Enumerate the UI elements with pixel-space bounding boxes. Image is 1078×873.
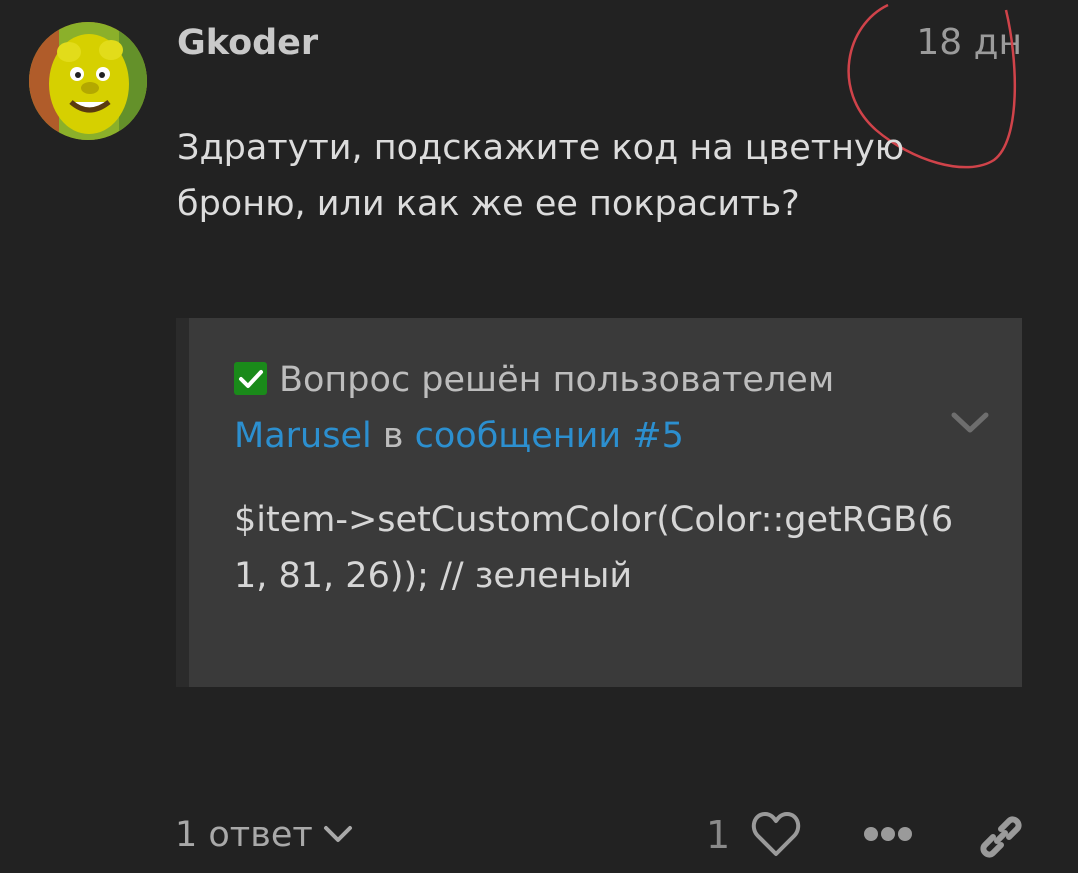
avatar-image (29, 22, 147, 140)
like-count[interactable]: 1 (706, 810, 730, 860)
expand-chevron-icon[interactable] (950, 410, 990, 436)
post-footer: 1 ответ 1 (0, 805, 1078, 865)
avatar[interactable] (29, 22, 147, 140)
replies-label: 1 ответ (175, 815, 313, 855)
solved-prefix: Вопрос решён пользователем (279, 360, 835, 400)
solution-post-link[interactable]: сообщении #5 (415, 416, 684, 456)
username[interactable]: Gkoder (177, 22, 318, 64)
solved-middle: в (382, 416, 404, 456)
solution-code: $item->setCustomColor(Color::getRGB(61, … (234, 500, 954, 596)
more-options-icon[interactable] (862, 823, 914, 845)
check-icon (234, 362, 267, 395)
share-link-icon[interactable] (975, 811, 1027, 863)
post-body: Здратути, подскажите код на цветную брон… (177, 128, 905, 224)
solved-notice: Вопрос решён пользователем Marusel в соо… (234, 352, 934, 464)
solution-quote: Вопрос решён пользователем Marusel в соо… (176, 318, 1022, 687)
chevron-down-icon (323, 826, 352, 842)
post: Gkoder 18 дн Здратути, подскажите код на… (0, 0, 1078, 873)
solver-user-link[interactable]: Marusel (234, 416, 372, 456)
heart-icon[interactable] (750, 810, 802, 858)
replies-button[interactable]: 1 ответ (175, 810, 353, 860)
post-date[interactable]: 18 дн (916, 22, 1022, 64)
